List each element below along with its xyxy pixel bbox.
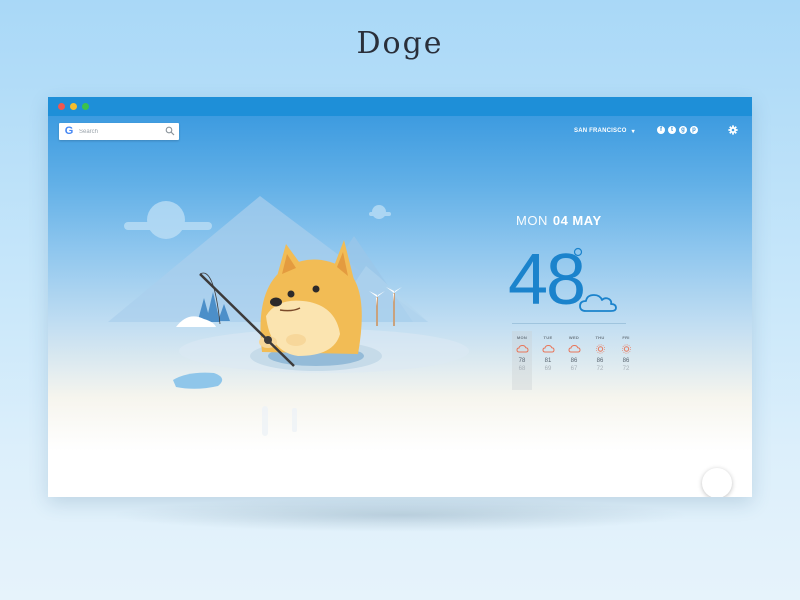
forecast-low: 72 xyxy=(622,366,630,372)
window-shadow xyxy=(110,498,690,532)
current-date-text: 04 MAY xyxy=(552,213,602,228)
forecast-high: 86 xyxy=(622,358,630,364)
location-label: SAN FRANCISCO xyxy=(574,128,627,134)
current-date: MON 04 MAY xyxy=(516,213,602,228)
forecast-day-name: TUE xyxy=(543,335,553,340)
pinterest-icon[interactable]: p xyxy=(690,126,698,134)
chevron-down-icon: ▾ xyxy=(631,128,635,135)
location-selector[interactable]: SAN FRANCISCO ▾ xyxy=(574,124,635,138)
current-day: MON xyxy=(516,213,548,228)
cloud-icon xyxy=(567,344,581,353)
forecast-day[interactable]: MON 78 68 xyxy=(512,331,532,390)
frozen-pond xyxy=(173,372,223,389)
gear-icon[interactable] xyxy=(728,125,738,135)
minimize-window-button[interactable] xyxy=(70,103,77,110)
forecast-day[interactable]: WED 86 67 xyxy=(564,331,584,390)
cloud-icon xyxy=(541,344,555,353)
google-plus-icon[interactable]: g xyxy=(679,126,687,134)
forecast-day-name: FRI xyxy=(622,335,630,340)
forecast-day[interactable]: FRI 86 72 xyxy=(616,331,636,390)
forecast-low: 72 xyxy=(596,366,604,372)
page-title: Doge xyxy=(356,26,444,61)
forecast-high: 81 xyxy=(544,358,552,364)
forecast-strip: MON 78 68 TUE 81 69 WED 86 67 THU 86 72 … xyxy=(512,331,632,391)
forecast-low: 69 xyxy=(544,366,552,372)
forecast-low: 68 xyxy=(518,366,526,372)
facebook-icon[interactable]: f xyxy=(657,126,665,134)
forecast-day-name: WED xyxy=(568,335,580,340)
forecast-high: 86 xyxy=(596,358,604,364)
google-logo-icon: G xyxy=(64,125,74,137)
forecast-day-name: MON xyxy=(516,335,528,340)
forecast-high: 86 xyxy=(570,358,578,364)
forecast-day[interactable]: THU 86 72 xyxy=(590,331,610,390)
forecast-day[interactable]: TUE 81 69 xyxy=(538,331,558,390)
forecast-low: 67 xyxy=(570,366,578,372)
twitter-icon[interactable]: t xyxy=(668,126,676,134)
degree-icon xyxy=(573,247,583,257)
sun-icon xyxy=(621,344,631,354)
floating-action-button[interactable] xyxy=(702,468,732,497)
divider xyxy=(512,323,626,324)
search-icon[interactable] xyxy=(165,126,175,136)
doge-fishing-illustration xyxy=(108,196,469,436)
cloud-icon xyxy=(579,294,617,312)
maximize-window-button[interactable] xyxy=(82,103,89,110)
window-titlebar xyxy=(48,97,752,116)
forecast-high: 78 xyxy=(518,358,526,364)
cloud-icon xyxy=(515,344,529,353)
forecast-day-name: THU xyxy=(595,335,605,340)
weather-scene: G SAN FRANCISCO ▾ f t g p xyxy=(48,116,752,497)
search-input[interactable] xyxy=(79,125,159,138)
search-box[interactable]: G xyxy=(59,123,179,140)
sun-icon xyxy=(595,344,605,354)
close-window-button[interactable] xyxy=(58,103,65,110)
browser-window: G SAN FRANCISCO ▾ f t g p xyxy=(48,97,752,497)
social-links: f t g p xyxy=(657,126,698,134)
